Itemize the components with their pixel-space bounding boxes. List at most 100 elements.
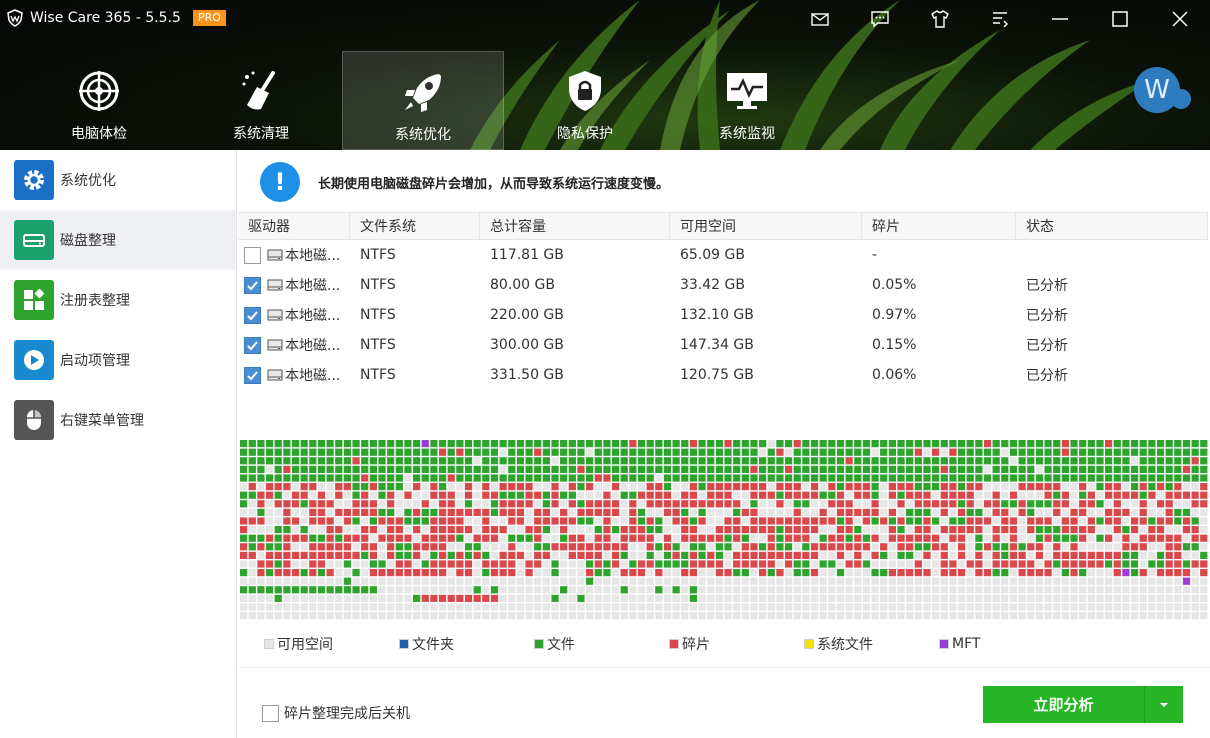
header-filesystem[interactable]: 文件系统 [350,213,480,239]
gear-icon [14,160,54,200]
drive-name: 本地磁... [285,338,341,354]
sidebar-item-startup[interactable]: 启动项管理 [0,330,236,390]
analyze-button[interactable]: 立即分析 [983,686,1145,723]
legend-label: 文件 [547,637,575,653]
privacy-icon [569,71,601,111]
pro-badge: PRO [192,10,226,26]
close-icon[interactable] [1150,2,1210,36]
cell-fs: NTFS [360,277,396,293]
sidebar-item-optimize[interactable]: 系统优化 [0,150,236,210]
table-header: 驱动器 文件系统 总计容量 可用空间 碎片 状态 [238,212,1208,240]
maximize-icon[interactable] [1090,2,1150,36]
cell-fs: NTFS [360,247,396,263]
drive-name: 本地磁... [285,248,341,264]
sidebar-item-label: 磁盘整理 [60,233,116,249]
drive-name: 本地磁... [285,308,341,324]
header-fragment[interactable]: 碎片 [862,213,1016,239]
nav-monitor[interactable]: 系统监视 [666,51,828,150]
nav-label: 系统清理 [233,126,289,142]
app-header: Wise Care 365 - 5.5.5 PRO 电脑体检 系统清理 系统优化… [0,0,1210,150]
nav-cleaner[interactable]: 系统清理 [180,51,342,150]
hard-drive-icon [267,309,283,321]
shutdown-label: 碎片整理完成后关机 [284,706,410,722]
cell-fs: NTFS [360,367,396,383]
legend-item: 可用空间 [264,634,399,654]
checkup-icon [79,71,119,111]
nav-checkup[interactable]: 电脑体检 [18,51,180,150]
cell-frag: - [872,247,878,263]
sidebar-item-registry[interactable]: 注册表整理 [0,270,236,330]
info-icon: ! [260,162,300,202]
analyze-dropdown[interactable] [1145,686,1183,723]
legend-swatch [669,639,679,649]
legend-swatch [804,639,814,649]
row-checkbox[interactable] [244,246,261,264]
row-checkbox[interactable] [244,276,261,294]
sidebar-item-context-menu[interactable]: 右键菜单管理 [0,390,236,450]
feedback-icon[interactable] [850,2,910,36]
cell-drive: 本地磁... [238,365,350,385]
table-row[interactable]: 本地磁... NTFS 80.00 GB 33.42 GB 0.05% 已分析 [238,270,1208,300]
sidebar-item-defrag[interactable]: 磁盘整理 [0,210,236,270]
legend-item: 系统文件 [804,634,939,654]
shutdown-checkbox[interactable] [262,704,279,722]
cell-free: 33.42 GB [680,277,745,293]
legend-label: 文件夹 [412,637,454,653]
hard-drive-icon [267,339,283,351]
cell-free: 132.10 GB [680,307,754,323]
hard-drive-icon [267,369,283,381]
info-banner: ! 长期使用电脑磁盘碎片会增加，从而导致系统运行速度变慢。 [260,162,669,202]
row-checkbox[interactable] [244,336,261,354]
nav-label: 隐私保护 [557,126,613,142]
row-checkbox[interactable] [244,306,261,324]
header-free[interactable]: 可用空间 [670,213,862,239]
nav-optimize[interactable]: 系统优化 [342,51,504,150]
cell-free: 147.34 GB [680,337,754,353]
legend-label: 可用空间 [277,637,333,653]
skin-icon[interactable] [910,2,970,36]
cell-frag: 0.97% [872,307,917,323]
legend-swatch [534,639,544,649]
nav-label: 系统监视 [719,126,775,142]
cell-frag: 0.06% [872,367,917,383]
minimize-icon[interactable] [1030,2,1090,36]
mail-icon[interactable] [790,2,850,36]
cell-free: 120.75 GB [680,367,754,383]
cell-total: 80.00 GB [490,277,555,293]
cell-status: 已分析 [1026,338,1068,354]
app-title: Wise Care 365 - 5.5.5 [30,10,181,26]
legend-item: 文件 [534,634,669,654]
cell-total: 300.00 GB [490,337,564,353]
main-nav: 电脑体检 系统清理 系统优化 隐私保护 系统监视 [18,51,828,150]
drive-table: 驱动器 文件系统 总计容量 可用空间 碎片 状态 本地磁... NTFS 117.8… [238,212,1208,390]
main-panel: ! 长期使用电脑磁盘碎片会增加，从而导致系统运行速度变慢。 驱动器 文件系统 总… [238,150,1210,738]
header-status[interactable]: 状态 [1016,213,1208,239]
legend-label: 碎片 [682,637,710,653]
shutdown-option[interactable]: 碎片整理完成后关机 [262,703,410,723]
row-checkbox[interactable] [244,366,261,384]
header-drive[interactable]: 驱动器 [238,213,350,239]
nav-privacy[interactable]: 隐私保护 [504,51,666,150]
cell-frag: 0.15% [872,337,917,353]
cell-free: 65.09 GB [680,247,745,263]
nav-label: 系统优化 [395,127,451,143]
table-row[interactable]: 本地磁... NTFS 300.00 GB 147.34 GB 0.15% 已分析 [238,330,1208,360]
table-row[interactable]: 本地磁... NTFS 117.81 GB 65.09 GB - [238,240,1208,270]
table-body: 本地磁... NTFS 117.81 GB 65.09 GB - 本地磁... NTFS 80… [238,240,1208,390]
monitor-icon [727,73,767,109]
legend-label: 系统文件 [817,637,873,653]
avatar-status-dot [1171,89,1191,109]
menu-icon[interactable] [970,2,1030,36]
disk-block-map [240,440,1208,620]
table-row[interactable]: 本地磁... NTFS 331.50 GB 120.75 GB 0.06% 已分析 [238,360,1208,390]
hard-drive-icon [267,249,283,261]
registry-icon [14,280,54,320]
legend-swatch [264,639,274,649]
table-row[interactable]: 本地磁... NTFS 220.00 GB 132.10 GB 0.97% 已分析 [238,300,1208,330]
legend-swatch [939,639,949,649]
cell-status: 已分析 [1026,368,1068,384]
broom-icon [242,71,275,110]
header-total[interactable]: 总计容量 [480,213,670,239]
sidebar-item-label: 右键菜单管理 [60,413,144,429]
chevron-down-icon [1160,702,1168,707]
